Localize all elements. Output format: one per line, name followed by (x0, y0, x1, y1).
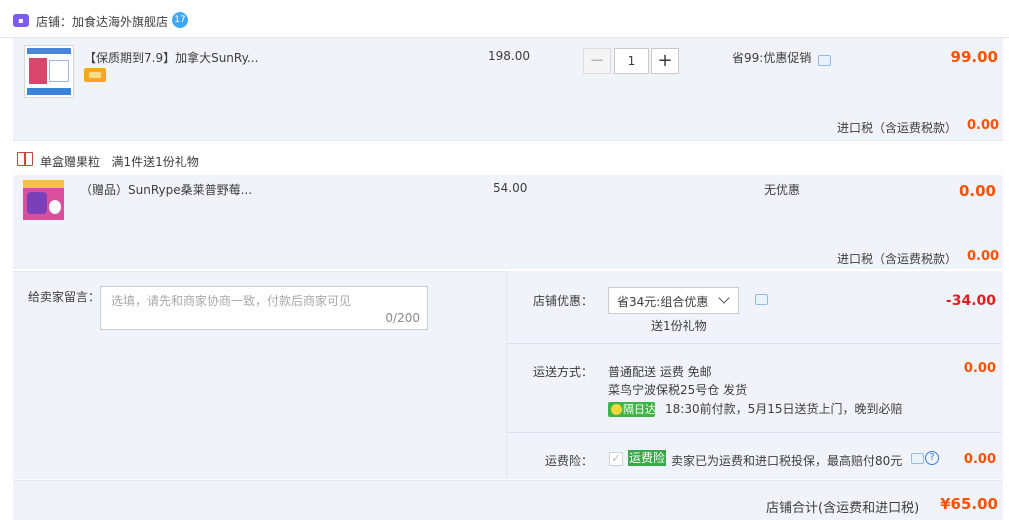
quantity-input[interactable]: 1 (614, 48, 649, 74)
shipping-amount: 0.00 (963, 361, 996, 376)
shop-discount-label: 店铺优惠： (533, 294, 594, 308)
seller-message-label: 给卖家留言： (28, 290, 101, 304)
seller-message-placeholder: 选填，请先和商家协商一致，付款后商家可见 (111, 294, 352, 308)
divider (507, 432, 1001, 433)
gift-bundle-label: 单盒赠果粒 满1件送1份礼物 (40, 155, 199, 169)
delivery-promise: 18:30前付款，5月15日送货上门，晚到必赔 (665, 402, 903, 416)
gift-product-title[interactable]: （赠品）SunRype桑莱普野莓... (80, 181, 252, 198)
char-counter: 0/200 (385, 311, 420, 325)
quantity-decrease-button[interactable]: − (583, 48, 611, 74)
coupon-card-icon (84, 68, 106, 82)
discount-detail-icon[interactable] (755, 294, 768, 305)
gift-import-tax-label: 进口税（含运费税款） (837, 252, 958, 266)
insurance-description: 卖家已为运费和进口税投保，最高赔付80元 (671, 454, 903, 468)
item-amount: 99.00 (950, 48, 998, 66)
shop-discount-selected: 省34元:组合优惠 (617, 295, 709, 309)
insurance-label: 运费险： (545, 454, 594, 468)
gift-product-thumbnail[interactable] (23, 180, 64, 220)
unit-price: 198.00 (488, 49, 530, 63)
gift-promotion-label: 无优惠 (764, 183, 801, 197)
gift-import-tax-value: 0.00 (967, 249, 1000, 264)
chat-seller-icon[interactable]: 17 (172, 12, 188, 28)
shipping-method: 普通配送 运费 免邮 (608, 365, 712, 379)
divider (507, 343, 1001, 344)
shop-total-label: 店铺合计(含运费和进口税) (766, 501, 920, 516)
next-day-badge: 隔日达 (608, 402, 656, 417)
import-tax-label: 进口税（含运费税款） (837, 121, 958, 135)
shop-discount-select[interactable]: 省34元:组合优惠 (608, 287, 739, 314)
clock-icon (611, 404, 622, 415)
gift-item-amount: 0.00 (958, 182, 996, 200)
shop-icon: ▪ (13, 14, 29, 27)
gift-note: 送1份礼物 (651, 319, 707, 333)
insurance-chat-icon[interactable] (911, 453, 924, 464)
import-tax-value: 0.00 (967, 118, 1000, 133)
shop-discount-amount: -34.00 (945, 293, 996, 309)
gift-unit-price: 54.00 (493, 181, 528, 195)
chevron-down-icon (718, 292, 730, 304)
promotion-label: 省99:优惠促销 (732, 51, 812, 65)
product-thumbnail[interactable] (24, 45, 74, 98)
gift-icon (17, 152, 33, 166)
seller-message-input[interactable]: 选填，请先和商家协商一致，付款后商家可见 0/200 (100, 286, 428, 330)
insurance-amount: 0.00 (963, 452, 996, 467)
insurance-badge: 运费险 (628, 450, 666, 466)
help-icon[interactable]: ? (925, 451, 939, 465)
shop-total-value: ¥65.00 (940, 495, 998, 513)
shipping-label: 运送方式： (533, 365, 594, 379)
promotion-detail-icon[interactable] (818, 55, 831, 66)
insurance-checkbox[interactable]: ✓ (609, 452, 623, 466)
shipping-warehouse: 菜鸟宁波保税25号仓 发货 (608, 383, 748, 397)
quantity-increase-button[interactable]: + (651, 48, 679, 74)
shop-name[interactable]: 店铺：加食达海外旗舰店 (36, 13, 168, 30)
product-title[interactable]: 【保质期到7.9】加拿大SunRy... (84, 49, 258, 66)
